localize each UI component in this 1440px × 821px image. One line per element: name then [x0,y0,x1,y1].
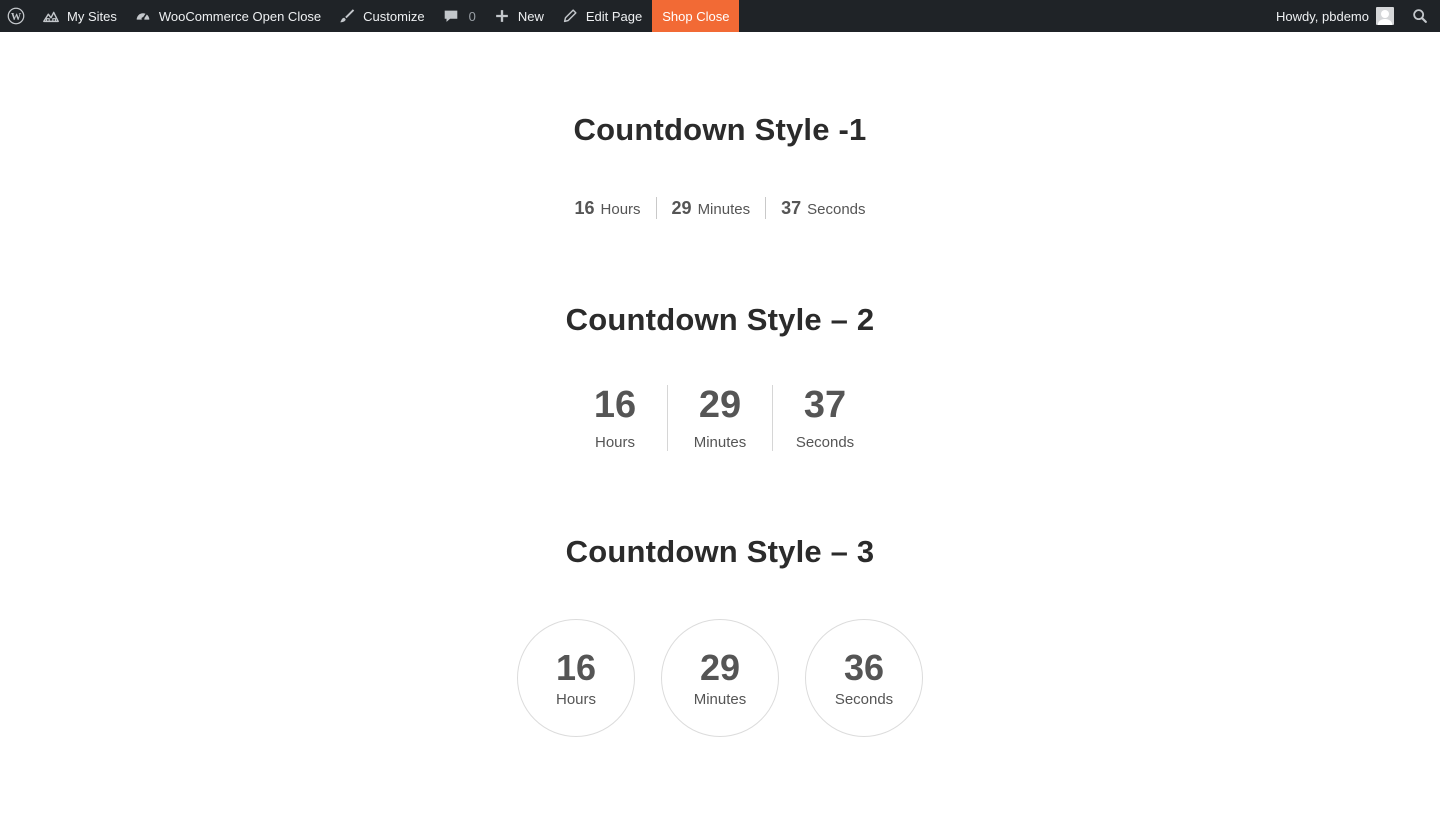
customize-label: Customize [363,8,425,24]
wordpress-logo-icon: W [6,6,26,26]
plus-icon [492,6,512,26]
admin-bar-right: Howdy, pbdemo [1268,0,1440,32]
countdown-value: 37 [803,384,847,426]
countdown-seconds: 37 Seconds [765,197,880,219]
countdown-hours-circle: 16 Hours [517,619,635,737]
countdown-style-2: 16 Hours 29 Minutes 37 Seconds [0,385,1440,451]
account-menu[interactable]: Howdy, pbdemo [1268,0,1402,32]
countdown-label: Minutes [693,690,747,708]
admin-bar-left: W My Sites WooCommerce Open Close Custom… [0,0,740,32]
edit-page-link[interactable]: Edit Page [552,0,650,32]
countdown-style-2-title: Countdown Style – 2 [565,302,875,337]
my-sites-menu[interactable]: My Sites [33,0,125,32]
avatar [1376,7,1394,25]
countdown-seconds: 37 Seconds [772,385,877,451]
shop-status-label: Shop Close [662,8,730,24]
countdown-style-3: 16 Hours 29 Minutes 36 Seconds [0,619,1440,737]
countdown-value: 36 [843,646,885,688]
countdown-minutes: 29 Minutes [655,197,766,219]
countdown-label: Hours [594,434,635,451]
my-sites-icon [41,6,61,26]
countdown-value: 16 [574,198,595,218]
countdown-value: 16 [555,646,597,688]
countdown-style-3-title: Countdown Style – 3 [565,534,875,569]
greeting-label: Howdy, pbdemo [1276,8,1369,24]
countdown-label: Minutes [697,201,751,218]
countdown-label: Hours [555,690,596,708]
countdown-value: 37 [781,198,802,218]
countdown-value: 29 [698,384,742,426]
new-content-menu[interactable]: New [484,0,552,32]
paintbrush-icon [337,6,357,26]
comments-count: 0 [468,8,476,24]
admin-search[interactable] [1402,0,1440,32]
svg-text:W: W [11,12,22,23]
countdown-hours: 16 Hours [563,385,667,451]
dashboard-icon [133,6,153,26]
wordpress-menu[interactable]: W [0,0,33,32]
countdown-minutes-circle: 29 Minutes [661,619,779,737]
countdown-label: Seconds [807,201,866,218]
countdown-label: Hours [600,201,641,218]
countdown-value: 16 [593,384,637,426]
admin-bar: W My Sites WooCommerce Open Close Custom… [0,0,1440,32]
site-name-label: WooCommerce Open Close [158,8,322,24]
countdown-style-1: 16 Hours 29 Minutes 37 Seconds [0,197,1440,219]
countdown-label: Seconds [795,434,855,451]
my-sites-label: My Sites [67,8,117,24]
new-label: New [517,8,544,24]
shop-status-button[interactable]: Shop Close [652,0,740,32]
comment-bubble-icon [441,6,461,26]
countdown-label: Minutes [693,434,747,451]
countdown-value: 29 [699,646,741,688]
comments-link[interactable]: 0 [433,0,484,32]
search-icon [1410,6,1430,26]
countdown-style-1-title: Countdown Style -1 [573,112,867,147]
customize-link[interactable]: Customize [329,0,432,32]
pencil-icon [560,6,580,26]
countdown-label: Seconds [834,690,894,708]
edit-page-label: Edit Page [585,8,643,24]
site-name-menu[interactable]: WooCommerce Open Close [125,0,329,32]
countdown-hours: 16 Hours [559,197,655,219]
countdown-minutes: 29 Minutes [667,385,772,451]
countdown-seconds-circle: 36 Seconds [805,619,923,737]
countdown-value: 29 [671,198,692,218]
